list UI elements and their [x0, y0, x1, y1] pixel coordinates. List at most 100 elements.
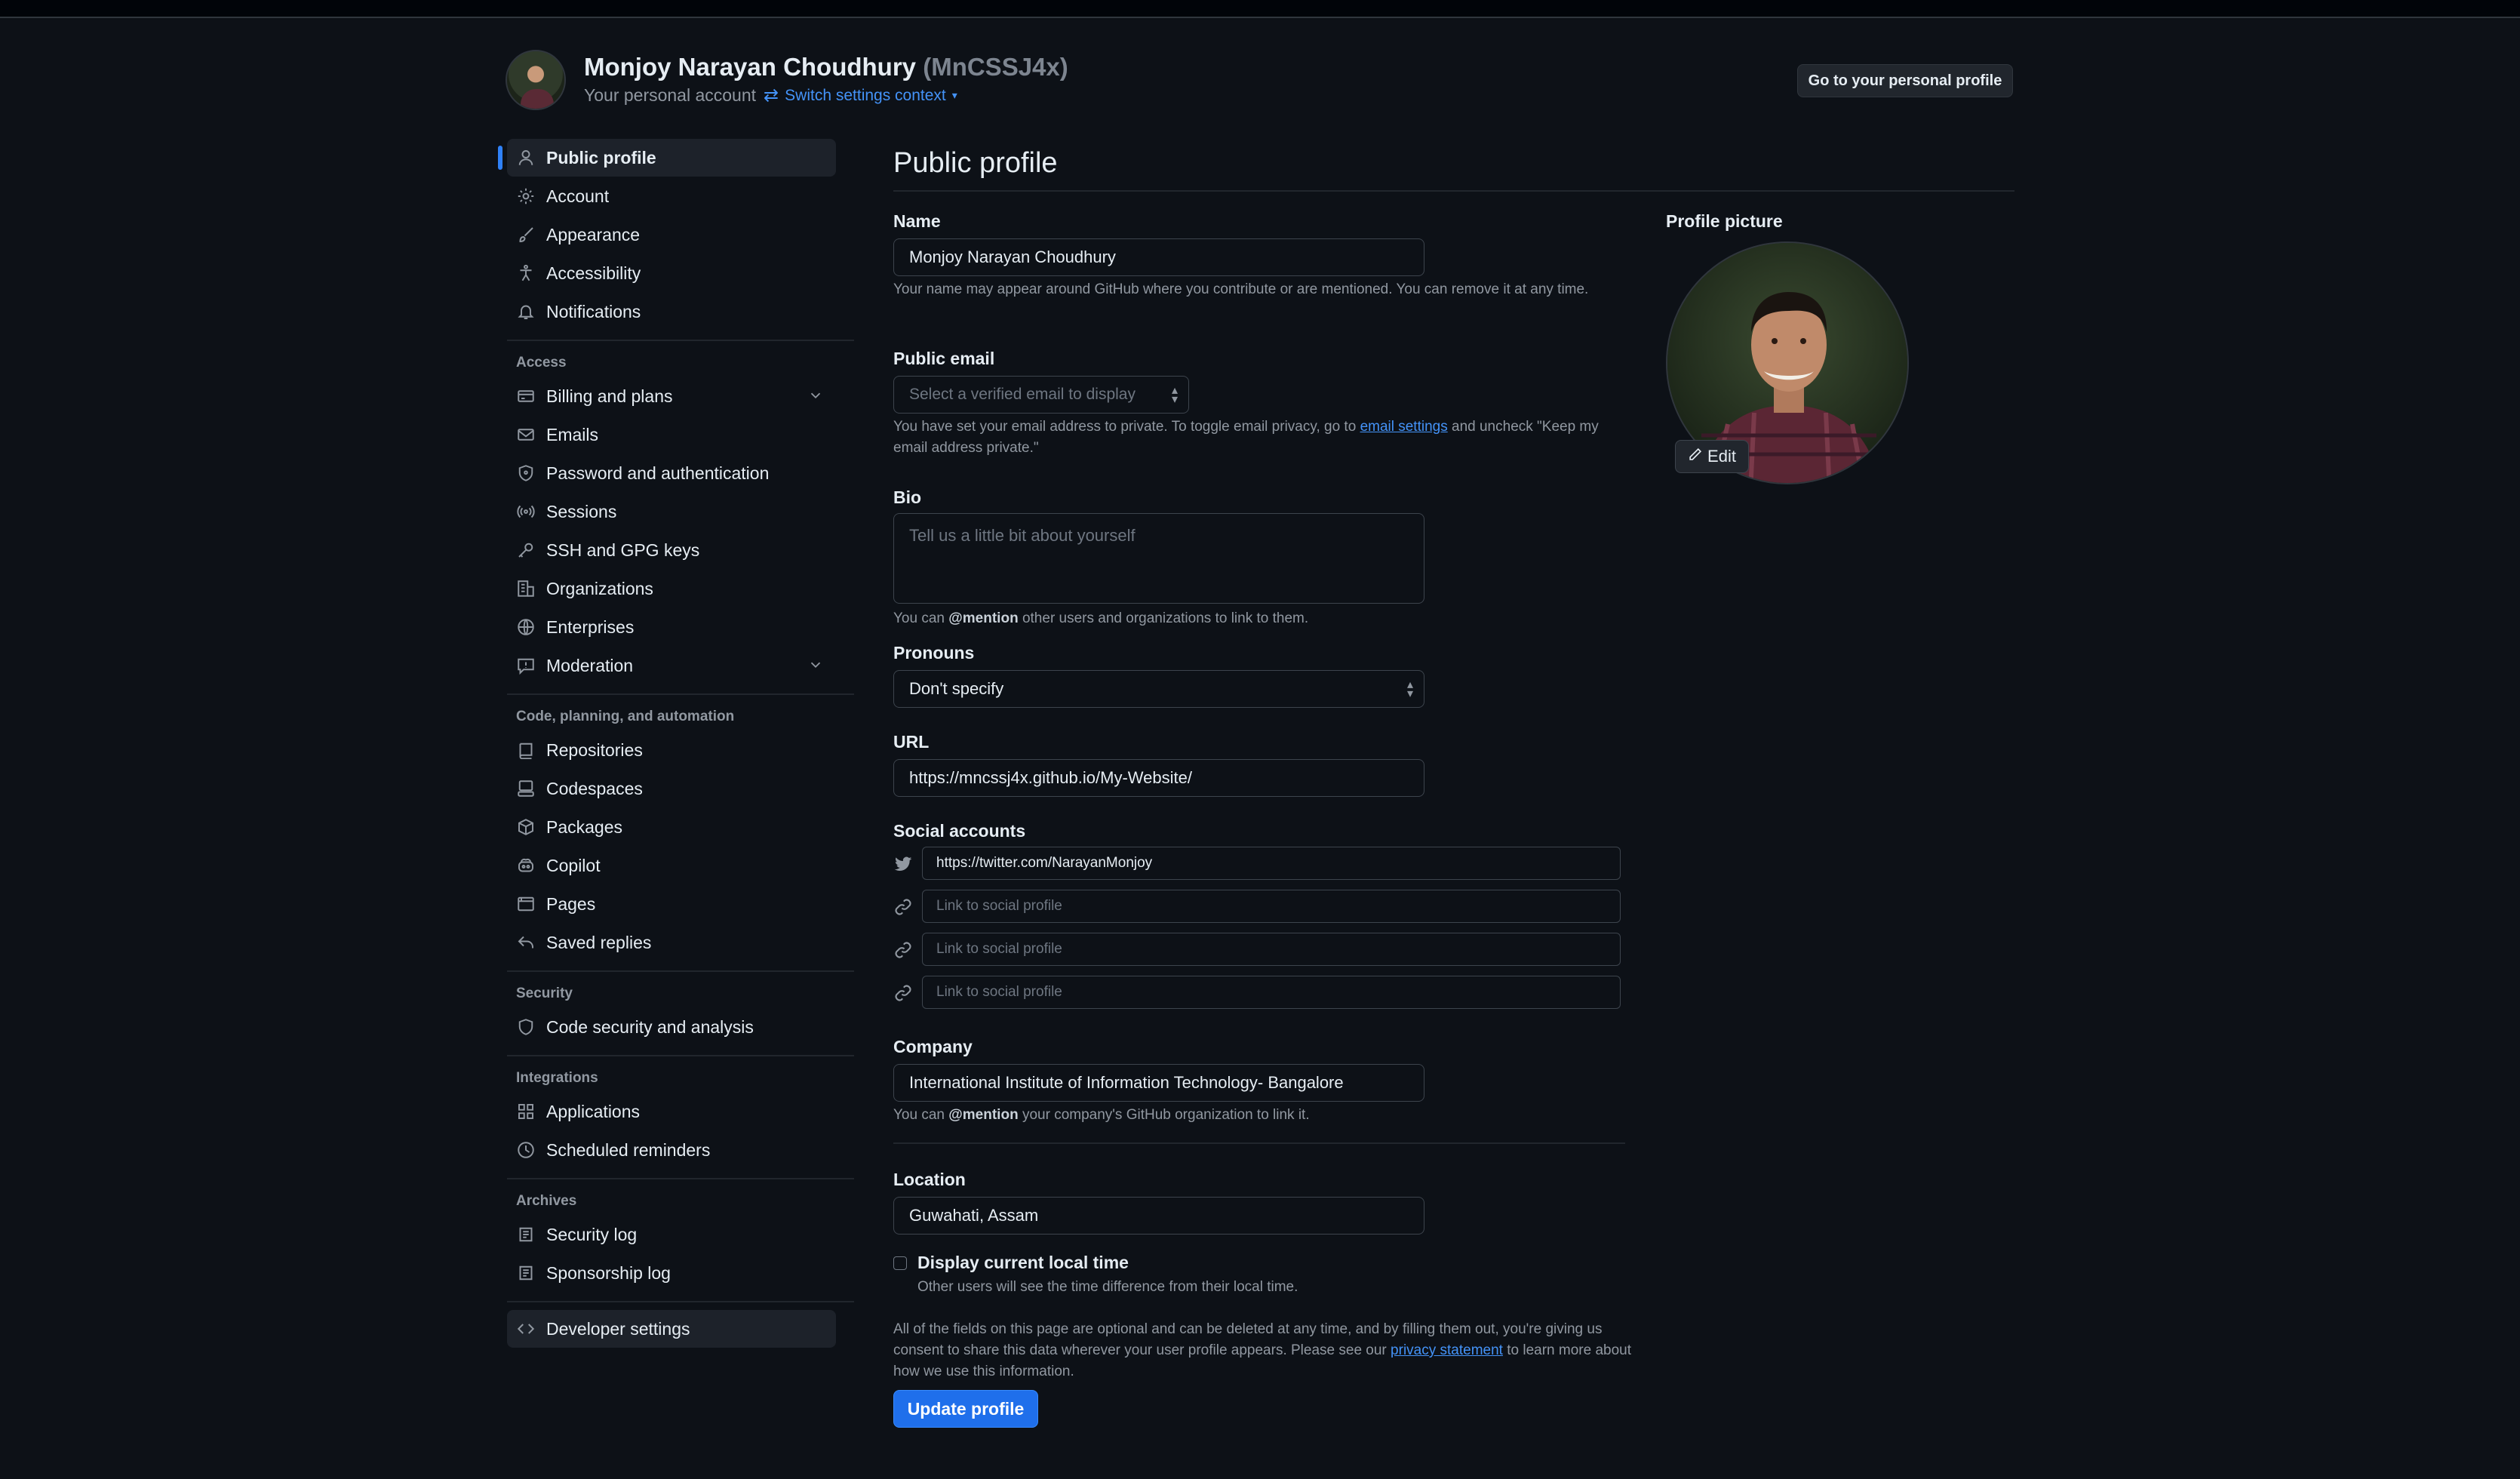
sidebar-item-packages[interactable]: Packages — [507, 808, 836, 846]
privacy-statement-link[interactable]: privacy statement — [1391, 1342, 1503, 1358]
url-field[interactable]: https://mncssj4x.github.io/My-Website/ — [893, 759, 1424, 797]
sidebar-item-public-profile[interactable]: Public profile — [498, 139, 836, 177]
company-note-mention: @mention — [948, 1107, 1019, 1123]
bio-label: Bio — [893, 487, 922, 507]
social-account-row: Link to social profile — [893, 890, 1621, 923]
name-label: Name — [893, 211, 941, 231]
person-icon — [516, 148, 536, 168]
edit-profile-picture-button[interactable]: Edit — [1675, 440, 1749, 473]
email-note: You have set your email address to priva… — [893, 417, 1633, 459]
sidebar-item-label: Saved replies — [546, 932, 652, 952]
code-icon — [516, 1319, 536, 1339]
sidebar-item-scheduled-reminders[interactable]: Scheduled reminders — [507, 1131, 836, 1169]
social-link-field-4[interactable]: Link to social profile — [922, 976, 1621, 1009]
sidebar-item-ssh-gpg[interactable]: SSH and GPG keys — [507, 531, 836, 569]
apps-icon — [516, 1102, 536, 1121]
sidebar-item-emails[interactable]: Emails — [507, 416, 836, 454]
name-note: Your name may appear around GitHub where… — [893, 281, 1589, 297]
sidebar-item-code-security[interactable]: Code security and analysis — [507, 1008, 836, 1046]
sidebar-item-organizations[interactable]: Organizations — [507, 570, 836, 607]
sidebar-item-appearance[interactable]: Appearance — [507, 216, 836, 254]
sidebar-item-label: Account — [546, 186, 610, 206]
page-title: Public profile — [893, 143, 2014, 192]
link-icon — [893, 897, 913, 917]
settings-header: Monjoy Narayan Choudhury (MnCSSJ4x) Your… — [506, 50, 2014, 118]
bio-textarea[interactable]: Tell us a little bit about yourself — [893, 513, 1424, 604]
sidebar-item-label: Emails — [546, 424, 599, 444]
display-local-time-label[interactable]: Display current local time — [917, 1253, 1129, 1273]
sidebar-item-password[interactable]: Password and authentication — [507, 454, 836, 492]
sidebar-item-label: Code security and analysis — [546, 1016, 754, 1037]
switch-context-label: Switch settings context — [785, 86, 946, 104]
divider — [507, 1178, 854, 1179]
profile-picture-label: Profile picture — [1666, 211, 1783, 231]
public-email-select[interactable]: Select a verified email to display ▴ ▾ — [893, 376, 1189, 414]
gear-icon — [516, 186, 536, 206]
company-field[interactable]: International Institute of Information T… — [893, 1064, 1424, 1102]
sidebar-item-label: Notifications — [546, 301, 641, 321]
email-settings-link[interactable]: email settings — [1360, 419, 1448, 435]
sidebar-item-repositories[interactable]: Repositories — [507, 731, 836, 769]
shield-icon — [516, 1017, 536, 1037]
sidebar-item-applications[interactable]: Applications — [507, 1093, 836, 1130]
display-local-time-checkbox[interactable] — [893, 1256, 907, 1270]
local-time-note: Other users will see the time difference… — [917, 1279, 1298, 1295]
update-profile-button[interactable]: Update profile — [893, 1390, 1038, 1428]
account-name: Monjoy Narayan Choudhury (MnCSSJ4x) — [584, 53, 1068, 81]
link-icon — [893, 983, 913, 1003]
sidebar-item-label: SSH and GPG keys — [546, 540, 700, 560]
sidebar-item-account[interactable]: Account — [507, 177, 836, 215]
sidebar-item-accessibility[interactable]: Accessibility — [507, 254, 836, 292]
sidebar-item-codespaces[interactable]: Codespaces — [507, 770, 836, 807]
sidebar-item-sessions[interactable]: Sessions — [507, 493, 836, 530]
sidebar-item-enterprises[interactable]: Enterprises — [507, 608, 836, 646]
social-link-field-3[interactable]: Link to social profile — [922, 933, 1621, 966]
pronouns-select[interactable]: Don't specify ▴ ▾ — [893, 670, 1424, 708]
divider — [507, 1301, 854, 1302]
bio-note-text-1: You can — [893, 610, 949, 626]
link-icon — [893, 940, 913, 960]
chevron-down-icon[interactable] — [807, 656, 824, 678]
sidebar-item-moderation[interactable]: Moderation — [507, 647, 836, 684]
company-label: Company — [893, 1037, 973, 1056]
avatar[interactable] — [506, 50, 566, 110]
sidebar-item-label: Applications — [546, 1101, 641, 1121]
social-account-row: Link to social profile — [893, 933, 1621, 966]
sidebar-item-label: Password and authentication — [546, 463, 770, 483]
sidebar-item-billing[interactable]: Billing and plans — [507, 377, 836, 415]
arrow-switch-icon: ⇄ — [764, 85, 779, 106]
pronouns-label: Pronouns — [893, 643, 975, 663]
divider — [507, 693, 854, 695]
sidebar-item-copilot[interactable]: Copilot — [507, 847, 836, 884]
section-heading-archives: Archives — [516, 1193, 577, 1209]
sidebar-item-sponsorship-log[interactable]: Sponsorship log — [507, 1254, 836, 1292]
chevron-down-icon[interactable] — [807, 387, 824, 408]
email-note-text-1: You have set your email address to priva… — [893, 419, 1360, 435]
divider — [507, 1055, 854, 1056]
social-link-field-2[interactable]: Link to social profile — [922, 890, 1621, 923]
sidebar-item-label: Sessions — [546, 501, 617, 521]
social-account-row: Link to social profile — [893, 976, 1621, 1009]
divider — [893, 1142, 1625, 1144]
settings-sidebar: Public profile Account Appearance Access… — [498, 139, 854, 1348]
social-link-field-1[interactable]: https://twitter.com/NarayanMonjoy — [922, 847, 1621, 880]
company-note: You can @mention your company's GitHub o… — [893, 1105, 1310, 1126]
sidebar-item-label: Developer settings — [546, 1318, 690, 1339]
switch-context-link[interactable]: ⇄ Switch settings context ▾ — [764, 85, 957, 106]
name-field[interactable]: Monjoy Narayan Choudhury — [893, 238, 1424, 276]
sidebar-item-label: Codespaces — [546, 778, 643, 798]
sidebar-item-label: Packages — [546, 816, 623, 837]
sidebar-item-notifications[interactable]: Notifications — [507, 293, 836, 331]
codespaces-icon — [516, 779, 536, 798]
bio-note: You can @mention other users and organiz… — [893, 608, 1308, 629]
sidebar-item-pages[interactable]: Pages — [507, 885, 836, 923]
sidebar-item-label: Enterprises — [546, 617, 635, 637]
sidebar-item-saved-replies[interactable]: Saved replies — [507, 924, 836, 961]
location-field[interactable]: Guwahati, Assam — [893, 1197, 1424, 1235]
twitter-icon — [893, 854, 913, 874]
sidebar-item-security-log[interactable]: Security log — [507, 1216, 836, 1253]
log-icon — [516, 1225, 536, 1244]
location-label: Location — [893, 1170, 966, 1189]
sidebar-item-developer-settings[interactable]: Developer settings — [507, 1310, 836, 1348]
go-to-personal-profile-button[interactable]: Go to your personal profile — [1797, 64, 2013, 97]
